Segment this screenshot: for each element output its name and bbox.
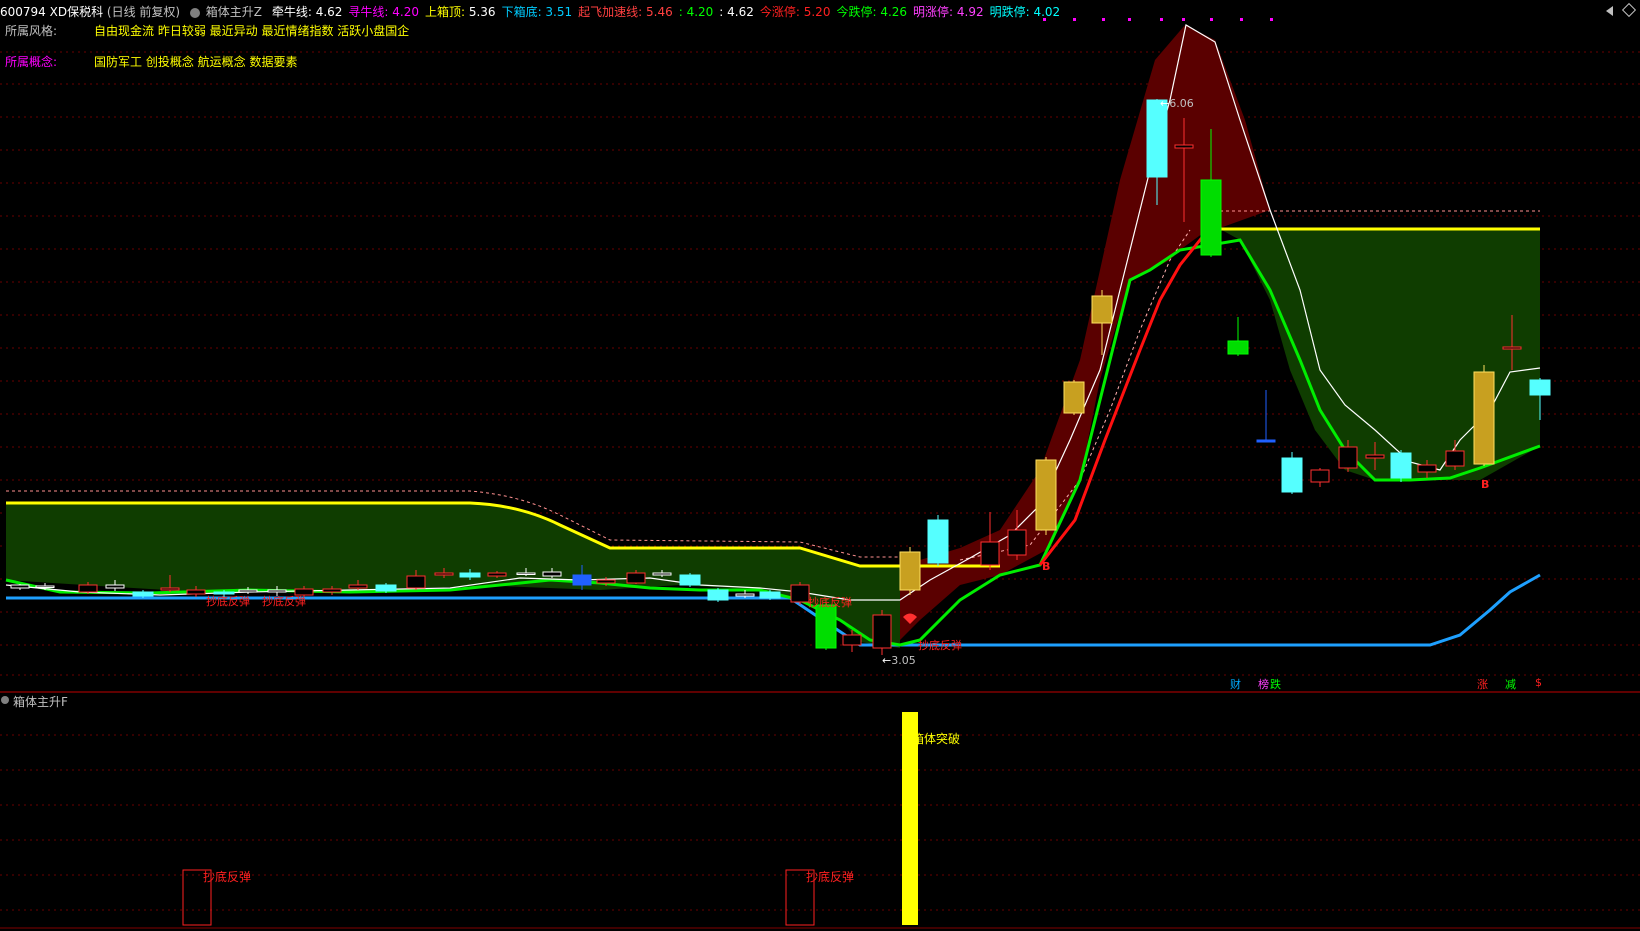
candle-body xyxy=(78,584,98,593)
candle-body xyxy=(322,588,342,593)
candle-body xyxy=(815,604,837,649)
candle-body xyxy=(707,589,729,601)
rebound-mark-4: 抄底反弹 xyxy=(918,639,962,652)
buy-signal-1: B xyxy=(1042,560,1051,573)
marker-dot xyxy=(1270,18,1273,21)
candle-body xyxy=(679,574,701,586)
rebound-mark-1: 抄底反弹 xyxy=(206,595,250,608)
candle-body xyxy=(927,519,949,564)
candle-body xyxy=(1227,340,1249,355)
candle-body xyxy=(1146,99,1168,178)
sub-panel-title[interactable]: 箱体主升F xyxy=(13,693,68,710)
candle-body xyxy=(105,584,125,589)
candle-body xyxy=(1174,144,1194,149)
candle-body xyxy=(1007,529,1027,556)
candle-body xyxy=(459,572,481,578)
candle-body xyxy=(1281,457,1303,493)
rank-mark[interactable]: 榜 xyxy=(1258,676,1269,692)
high-price-label: ←6.06 xyxy=(1160,97,1194,110)
candle-body xyxy=(652,572,672,576)
marker-dot xyxy=(1182,18,1185,21)
candle-body xyxy=(186,589,206,595)
fall-mark[interactable]: 跌 xyxy=(1270,676,1281,692)
candle-body xyxy=(1338,446,1358,469)
candle-body xyxy=(487,572,507,577)
marker-dot xyxy=(1240,18,1243,21)
candle-body xyxy=(842,634,862,646)
candle-body xyxy=(1390,452,1412,479)
candle-body xyxy=(1035,459,1057,531)
finance-mark[interactable]: 财 xyxy=(1230,676,1241,692)
candle-body xyxy=(596,579,616,584)
candle-body xyxy=(1529,379,1551,396)
rebound-mark-3: 抄底反弹 xyxy=(808,596,852,609)
candle-body xyxy=(899,551,921,591)
candle-body xyxy=(238,589,258,593)
marker-dot xyxy=(1102,18,1105,21)
marker-dot xyxy=(1210,18,1213,21)
candle-body xyxy=(1445,450,1465,467)
candle-body xyxy=(132,591,154,597)
candle-body xyxy=(10,584,30,589)
kline-chart[interactable] xyxy=(0,0,1640,931)
sub-settings-icon[interactable] xyxy=(1,696,9,704)
candle-body xyxy=(375,584,397,592)
candle-body xyxy=(790,584,810,603)
candle-body xyxy=(1256,439,1276,443)
candle-body xyxy=(348,584,368,589)
candle-body xyxy=(1310,469,1330,483)
breakout-label: 箱体突破 xyxy=(912,732,961,746)
candle-body xyxy=(626,572,646,584)
buy-signal-2: B xyxy=(1481,478,1490,491)
candle-body xyxy=(759,591,781,599)
candle-body xyxy=(516,572,536,575)
candle-body xyxy=(735,593,755,597)
candle-body xyxy=(572,574,592,586)
rebound-label-b: 抄底反弹 xyxy=(806,870,855,884)
candle-body xyxy=(1091,295,1113,324)
candle-body xyxy=(434,572,454,576)
candle-body xyxy=(1417,464,1437,473)
dollar-mark[interactable]: $ xyxy=(1535,676,1542,689)
candle-body xyxy=(980,541,1000,566)
candle-body xyxy=(1473,371,1495,465)
marker-dot xyxy=(1043,18,1046,21)
candle-body xyxy=(1502,346,1522,350)
marker-dot xyxy=(1160,18,1163,21)
candle-body xyxy=(1200,179,1222,256)
candle-body xyxy=(1365,454,1385,459)
marker-dot xyxy=(1073,18,1076,21)
rebound-mark-2: 抄底反弹 xyxy=(262,595,306,608)
candle-body xyxy=(160,587,180,591)
rebound-label-a: 抄底反弹 xyxy=(203,870,252,884)
candle-body xyxy=(872,614,892,649)
reduce-mark[interactable]: 减 xyxy=(1505,676,1516,692)
candle-body xyxy=(267,589,287,593)
candle-body xyxy=(542,571,562,577)
marker-dot xyxy=(1128,18,1131,21)
rise-mark[interactable]: 涨 xyxy=(1477,676,1488,692)
candle-body xyxy=(406,575,426,589)
candle-body xyxy=(35,585,55,588)
candle-body xyxy=(1063,381,1085,414)
low-price-label: ←3.05 xyxy=(882,654,916,667)
